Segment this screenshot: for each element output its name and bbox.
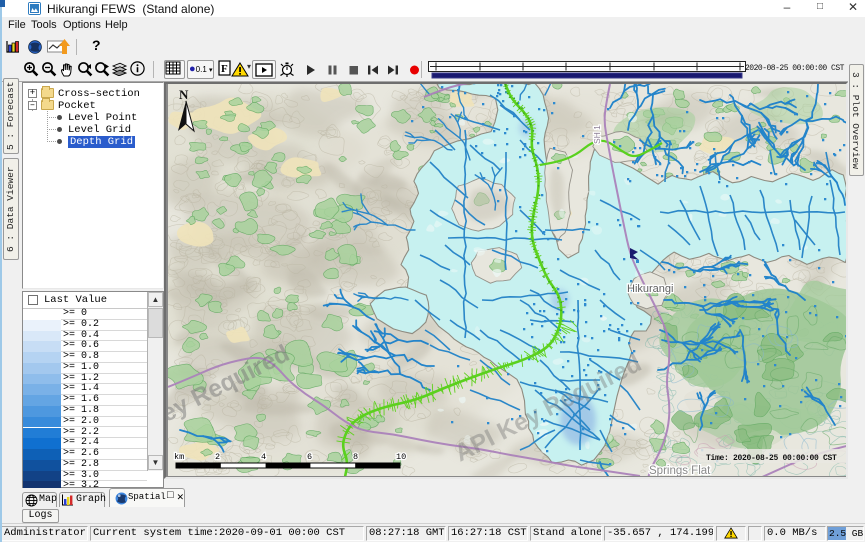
svg-text:2: 2 [215,452,220,462]
svg-text:4: 4 [261,452,266,462]
svg-text:10: 10 [396,452,406,462]
svg-text:Hikurangi: Hikurangi [627,283,673,295]
svg-text:Time: 2020-08-25 00:00:00 CST: Time: 2020-08-25 00:00:00 CST [706,454,837,463]
svg-text:km: km [174,452,184,462]
svg-text:8: 8 [353,452,358,462]
svg-text:SH 1: SH 1 [592,125,602,144]
svg-text:N: N [179,87,189,102]
svg-text:6: 6 [307,452,312,462]
svg-text:F: F [221,63,228,75]
svg-text:Springs Flat: Springs Flat [649,465,711,476]
